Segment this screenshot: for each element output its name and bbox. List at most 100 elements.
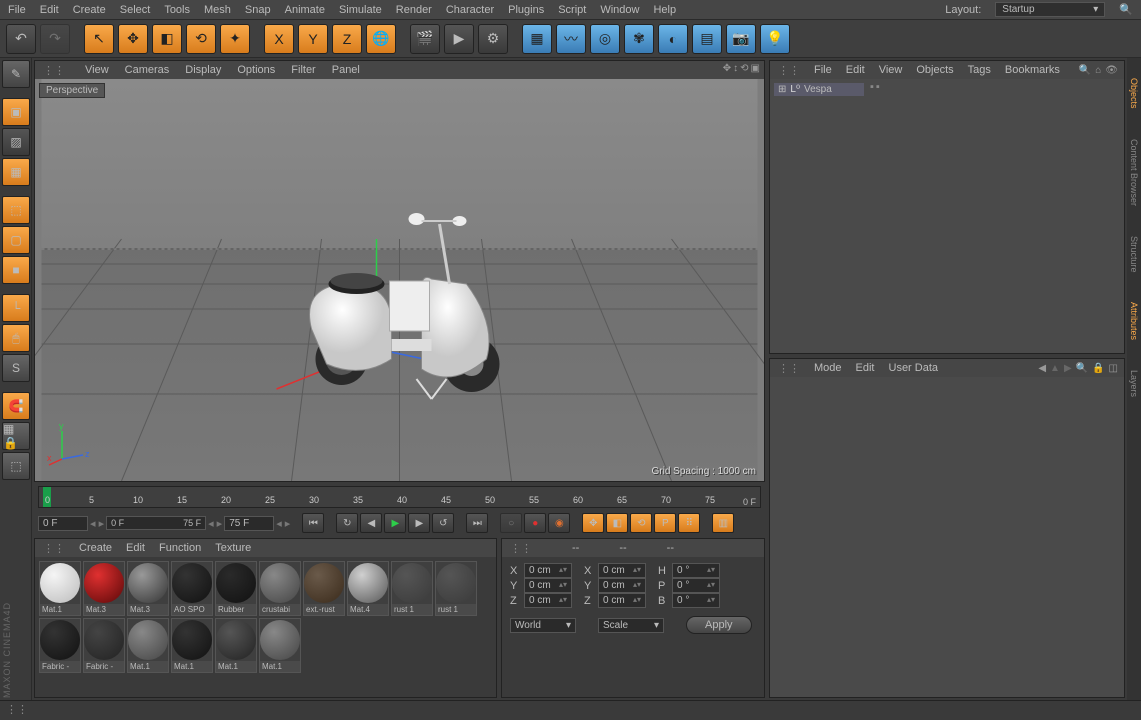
undo-button[interactable]: ↶ (6, 24, 36, 54)
grip-icon[interactable]: ⋮⋮ (43, 542, 65, 555)
tab-attributes[interactable]: Attributes (1129, 302, 1139, 340)
light-tool[interactable]: 💡 (760, 24, 790, 54)
obj-menu-tags[interactable]: Tags (968, 64, 991, 76)
key-rot-button[interactable]: ⟲ (630, 513, 652, 533)
obj-menu-bookmarks[interactable]: Bookmarks (1005, 64, 1060, 76)
workplane-snap[interactable]: 🧲 (2, 392, 30, 420)
points-mode[interactable]: ⬚ (2, 196, 30, 224)
mograph-tool[interactable]: ✾ (624, 24, 654, 54)
material-item[interactable]: Fabric - (39, 618, 81, 673)
search-icon[interactable]: 🔍 (1119, 3, 1133, 16)
step-back-button[interactable]: ◀ (360, 513, 382, 533)
timeline-window-button[interactable]: ▥ (712, 513, 734, 533)
timeline-ruler[interactable]: 0 F 051015202530354045505560657075 (38, 486, 761, 508)
next-icon[interactable]: ▶ (1064, 363, 1072, 374)
render-settings-button[interactable]: ⚙ (478, 24, 508, 54)
key-pla-button[interactable]: ⠿ (678, 513, 700, 533)
material-item[interactable]: Mat.1 (215, 618, 257, 673)
vp-menu-cameras[interactable]: Cameras (125, 64, 170, 76)
menu-character[interactable]: Character (446, 4, 494, 16)
layout-dropdown[interactable]: Startup▾ (995, 2, 1105, 17)
redo-button[interactable]: ↷ (40, 24, 70, 54)
obj-menu-file[interactable]: File (814, 64, 832, 76)
expand-icon[interactable]: ⊞ (778, 84, 786, 95)
step-forward-button[interactable]: ▶ (408, 513, 430, 533)
vp-menu-filter[interactable]: Filter (291, 64, 315, 76)
pos-field[interactable]: 0 cm▴▾ (524, 563, 572, 578)
mat-menu-create[interactable]: Create (79, 542, 112, 554)
end-frame-field[interactable]: 75 F (224, 516, 274, 531)
key-scale-button[interactable]: ◧ (606, 513, 628, 533)
attr-menu-mode[interactable]: Mode (814, 362, 842, 374)
attr-menu-edit[interactable]: Edit (856, 362, 875, 374)
obj-menu-view[interactable]: View (879, 64, 903, 76)
generator-tool[interactable]: ◎ (590, 24, 620, 54)
range-slider[interactable]: 0 F75 F (106, 516, 206, 530)
y-axis-lock[interactable]: Y (298, 24, 328, 54)
vis-editor-dot[interactable]: ▪ (870, 81, 874, 93)
render-region-button[interactable]: ▶ (444, 24, 474, 54)
up-icon[interactable]: ▲ (1050, 363, 1060, 374)
menu-window[interactable]: Window (600, 4, 639, 16)
material-item[interactable]: Mat.1 (127, 618, 169, 673)
material-item[interactable]: rust 1 (435, 561, 477, 616)
planar-workplane[interactable]: ⬚ (2, 452, 30, 480)
material-item[interactable]: AO SPO (171, 561, 213, 616)
last-tool[interactable]: ✦ (220, 24, 250, 54)
material-item[interactable]: Mat.4 (347, 561, 389, 616)
rot-field[interactable]: 0 °▴▾ (672, 593, 720, 608)
material-item[interactable]: Rubber (215, 561, 257, 616)
tweak-mode[interactable]: 🖱 (2, 324, 30, 352)
menu-select[interactable]: Select (120, 4, 151, 16)
pos-field[interactable]: 0 cm▴▾ (524, 578, 572, 593)
menu-simulate[interactable]: Simulate (339, 4, 382, 16)
world-dropdown[interactable]: World▾ (510, 618, 576, 633)
autokey-button[interactable]: ● (524, 513, 546, 533)
grip-icon[interactable]: ⋮⋮ (43, 64, 65, 77)
object-tree[interactable]: ⊞ L⁰ Vespa ▪ ▪ (770, 79, 1124, 353)
menu-snap[interactable]: Snap (245, 4, 271, 16)
deformer-tool[interactable]: ◐ (658, 24, 688, 54)
size-field[interactable]: 0 cm▴▾ (598, 563, 646, 578)
loop-button[interactable]: ↻ (336, 513, 358, 533)
goto-start-button[interactable]: ⏮ (302, 513, 324, 533)
material-item[interactable]: Mat.1 (39, 561, 81, 616)
make-editable-tool[interactable]: ✎ (2, 60, 30, 88)
current-frame-field[interactable]: 0 F (38, 516, 88, 531)
mat-menu-texture[interactable]: Texture (215, 542, 251, 554)
eye-icon[interactable]: 👁 (1105, 65, 1118, 76)
tab-objects[interactable]: Objects (1129, 78, 1139, 109)
scale-tool[interactable]: ◧ (152, 24, 182, 54)
key-param-button[interactable]: P (654, 513, 676, 533)
lock-icon[interactable]: 🔒 (1092, 363, 1104, 374)
vp-nav-1-icon[interactable]: ✥ (723, 63, 731, 74)
texture-mode[interactable]: ▨ (2, 128, 30, 156)
vp-nav-3-icon[interactable]: ⟲ (740, 63, 748, 74)
vp-menu-panel[interactable]: Panel (332, 64, 360, 76)
record-button[interactable]: ○ (500, 513, 522, 533)
render-view-button[interactable]: 🎬 (410, 24, 440, 54)
material-item[interactable]: Mat.3 (83, 561, 125, 616)
menu-file[interactable]: File (8, 4, 26, 16)
grip-icon[interactable]: ⋮⋮ (6, 703, 28, 716)
grip-icon[interactable]: ⋮⋮ (778, 362, 800, 375)
x-axis-lock[interactable]: X (264, 24, 294, 54)
goto-end-button-small[interactable]: ↺ (432, 513, 454, 533)
camera-tool[interactable]: 📷 (726, 24, 756, 54)
menu-edit[interactable]: Edit (40, 4, 59, 16)
tab-structure[interactable]: Structure (1129, 236, 1139, 273)
menu-render[interactable]: Render (396, 4, 432, 16)
tab-layers[interactable]: Layers (1129, 370, 1139, 397)
scale-dropdown[interactable]: Scale▾ (598, 618, 664, 633)
vp-menu-options[interactable]: Options (237, 64, 275, 76)
menu-animate[interactable]: Animate (285, 4, 325, 16)
keyframe-button[interactable]: ◉ (548, 513, 570, 533)
apply-button[interactable]: Apply (686, 616, 752, 634)
model-mode[interactable]: ▣ (2, 98, 30, 126)
grip-icon[interactable]: ⋮⋮ (778, 64, 800, 77)
material-item[interactable]: Mat.1 (171, 618, 213, 673)
spline-tool[interactable]: 〰 (556, 24, 586, 54)
vp-menu-display[interactable]: Display (185, 64, 221, 76)
rot-field[interactable]: 0 °▴▾ (672, 578, 720, 593)
goto-end-button[interactable]: ⏭ (466, 513, 488, 533)
